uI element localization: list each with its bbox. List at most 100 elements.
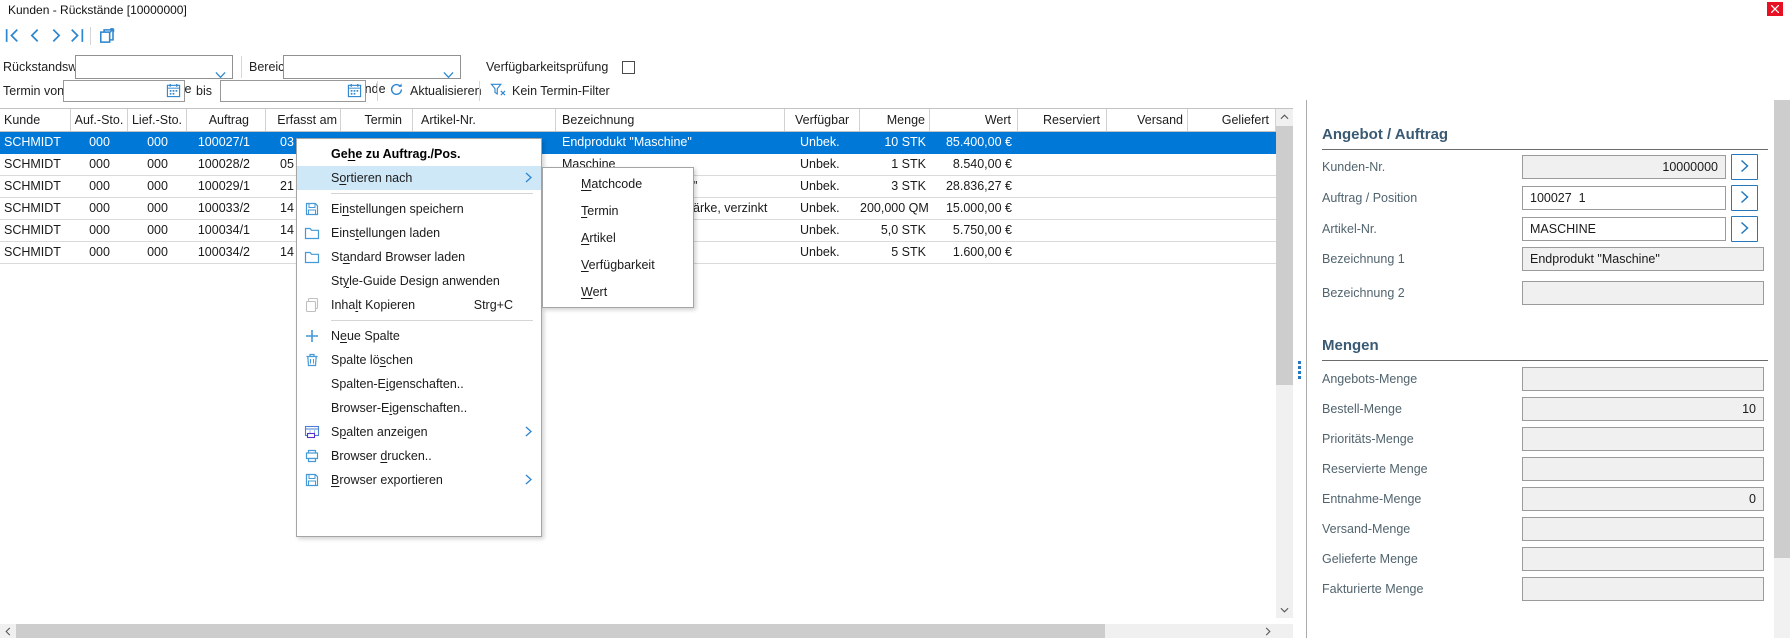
column-header-auftrag[interactable]: Auftrag <box>187 109 266 131</box>
kunden-nr-goto-button[interactable] <box>1731 154 1758 180</box>
auftrag-position-field[interactable]: 100027 1 <box>1522 186 1726 210</box>
scroll-up-button[interactable] <box>1276 109 1293 125</box>
bereich-select[interactable]: Aktueller Kunde <box>283 55 461 79</box>
horizontal-scroll-thumb[interactable] <box>16 624 1105 638</box>
column-header-bezeichnung[interactable]: Bezeichnung <box>556 109 785 131</box>
gelieferte-menge-field <box>1522 547 1764 571</box>
splitter-handle[interactable] <box>1294 352 1304 388</box>
column-header-reserviert[interactable]: Reserviert <box>1018 109 1107 131</box>
toolbar-separator <box>241 56 242 78</box>
bezeichnung-2-field <box>1522 281 1764 305</box>
bestell-menge-label: Bestell-Menge <box>1322 401 1402 417</box>
section-title-mengen: Mengen <box>1322 337 1768 361</box>
artikel-nr-label: Artikel-Nr. <box>1322 221 1377 237</box>
table-horizontal-scrollbar[interactable] <box>0 624 1276 638</box>
scrollbar-corner <box>1276 624 1293 638</box>
artikel-nr-field[interactable]: MASCHINE <box>1522 217 1726 241</box>
context-menu: Gehe zu Auftrag./Pos. Sortieren nach Ein… <box>296 138 542 537</box>
column-header-auf-sto[interactable]: Auf.-Sto. <box>71 109 128 131</box>
menu-item-spalte-loeschen[interactable]: Spalte löschen <box>297 348 541 372</box>
menu-item-standard-browser-laden[interactable]: Standard Browser laden <box>297 245 541 269</box>
submenu-item-matchcode[interactable]: Matchcode <box>543 171 693 198</box>
panel-scroll-thumb[interactable] <box>1774 100 1790 558</box>
next-record-button[interactable] <box>48 27 66 45</box>
prioritaets-menge-field <box>1522 427 1764 451</box>
close-icon <box>1771 2 1779 16</box>
window-title: Kunden - Rückstände [10000000] <box>8 3 187 17</box>
chevron-right-icon <box>1739 221 1750 238</box>
menu-item-sortieren-nach[interactable]: Sortieren nach <box>297 166 541 190</box>
vertical-scroll-thumb[interactable] <box>1276 126 1293 385</box>
menu-item-style-guide-design[interactable]: Style-Guide Design anwenden <box>297 269 541 293</box>
menu-item-einstellungen-laden[interactable]: Einstellungen laden <box>297 221 541 245</box>
calendar-icon[interactable] <box>347 83 363 99</box>
menu-item-neue-spalte[interactable]: Neue Spalte <box>297 324 541 348</box>
fakturierte-menge-label: Fakturierte Menge <box>1322 581 1423 597</box>
submenu-arrow-icon <box>525 474 532 488</box>
column-header-termin[interactable]: Termin <box>341 109 413 131</box>
column-header-artikel-nr[interactable]: Artikel-Nr. <box>413 109 556 131</box>
previous-record-button[interactable] <box>26 27 44 45</box>
transfer-record-button[interactable] <box>98 27 120 45</box>
last-record-icon <box>68 33 85 47</box>
last-record-button[interactable] <box>68 27 86 45</box>
menu-item-gehe-zu-auftrag[interactable]: Gehe zu Auftrag./Pos. <box>297 142 541 166</box>
aktualisieren-button[interactable]: Aktualisieren <box>389 80 482 102</box>
artikel-nr-goto-button[interactable] <box>1731 216 1758 242</box>
folder-icon <box>304 225 321 241</box>
auftrag-position-goto-button[interactable] <box>1731 185 1758 211</box>
sortieren-nach-submenu: Matchcode Termin Artikel Verfügbarkeit W… <box>542 167 694 308</box>
folder-icon <box>304 249 321 265</box>
submenu-item-verfuegbarkeit[interactable]: Verfügbarkeit <box>543 252 693 279</box>
menu-item-einstellungen-speichern[interactable]: Einstellungen speichern <box>297 197 541 221</box>
rueckstandswahl-select[interactable]: Liefer-Rückstände <box>75 55 233 79</box>
toolbar-separator <box>377 81 378 101</box>
column-header-geliefert[interactable]: Geliefert <box>1188 109 1276 131</box>
gelieferte-menge-label: Gelieferte Menge <box>1322 551 1418 567</box>
bestell-menge-field: 10 <box>1522 397 1764 421</box>
menu-item-inhalt-kopieren[interactable]: Inhalt Kopieren Strg+C <box>297 293 541 317</box>
next-record-icon <box>48 33 65 47</box>
first-record-icon <box>4 33 21 47</box>
column-header-menge[interactable]: Menge <box>860 109 930 131</box>
auftrag-position-label: Auftrag / Position <box>1322 190 1417 206</box>
scroll-down-button[interactable] <box>1276 602 1293 618</box>
verfuegbarkeitspruefung-label: Verfügbarkeitsprüfung <box>486 60 608 74</box>
kein-termin-filter-button[interactable]: Kein Termin-Filter <box>490 80 610 102</box>
termin-von-label: Termin von <box>3 84 64 98</box>
table-row[interactable]: SCHMIDT 000 000 100027/1 03 Endprodukt "… <box>0 132 1276 154</box>
chevron-right-icon <box>1739 159 1750 176</box>
table-vertical-scrollbar[interactable] <box>1276 109 1293 618</box>
first-record-button[interactable] <box>4 27 22 45</box>
panel-divider <box>1306 100 1307 638</box>
termin-bis-input[interactable] <box>220 80 366 102</box>
submenu-item-termin[interactable]: Termin <box>543 198 693 225</box>
menu-item-browser-exportieren[interactable]: Browser exportieren <box>297 468 541 492</box>
close-button[interactable] <box>1767 2 1783 16</box>
menu-item-browser-eigenschaften[interactable]: Browser-Eigenschaften.. <box>297 396 541 420</box>
menu-item-browser-drucken[interactable]: Browser drucken.. <box>297 444 541 468</box>
scroll-right-button[interactable] <box>1260 624 1276 638</box>
column-header-versand[interactable]: Versand <box>1107 109 1188 131</box>
panel-scrollbar[interactable] <box>1774 100 1790 638</box>
column-header-wert[interactable]: Wert <box>930 109 1018 131</box>
column-header-erfasst-am[interactable]: Erfasst am <box>266 109 341 131</box>
kunden-nr-label: Kunden-Nr. <box>1322 159 1385 175</box>
submenu-item-wert[interactable]: Wert <box>543 279 693 306</box>
column-header-lief-sto[interactable]: Lief.-Sto. <box>128 109 187 131</box>
menu-item-spalten-eigenschaften[interactable]: Spalten-Eigenschaften.. <box>297 372 541 396</box>
verfuegbarkeitspruefung-checkbox[interactable] <box>622 61 635 74</box>
printer-icon <box>304 448 321 464</box>
termin-von-input[interactable] <box>63 80 185 102</box>
column-header-verfuegbar[interactable]: Verfügbar <box>785 109 860 131</box>
calendar-icon[interactable] <box>166 83 182 99</box>
column-header-kunde[interactable]: Kunde <box>0 109 71 131</box>
fakturierte-menge-field <box>1522 577 1764 601</box>
menu-item-spalten-anzeigen[interactable]: Spalten anzeigen <box>297 420 541 444</box>
submenu-arrow-icon <box>525 426 532 440</box>
scroll-left-button[interactable] <box>0 624 16 638</box>
refresh-icon <box>389 82 404 100</box>
submenu-item-artikel[interactable]: Artikel <box>543 225 693 252</box>
bezeichnung-1-field: Endprodukt "Maschine" <box>1522 247 1764 271</box>
prioritaets-menge-label: Prioritäts-Menge <box>1322 431 1414 447</box>
